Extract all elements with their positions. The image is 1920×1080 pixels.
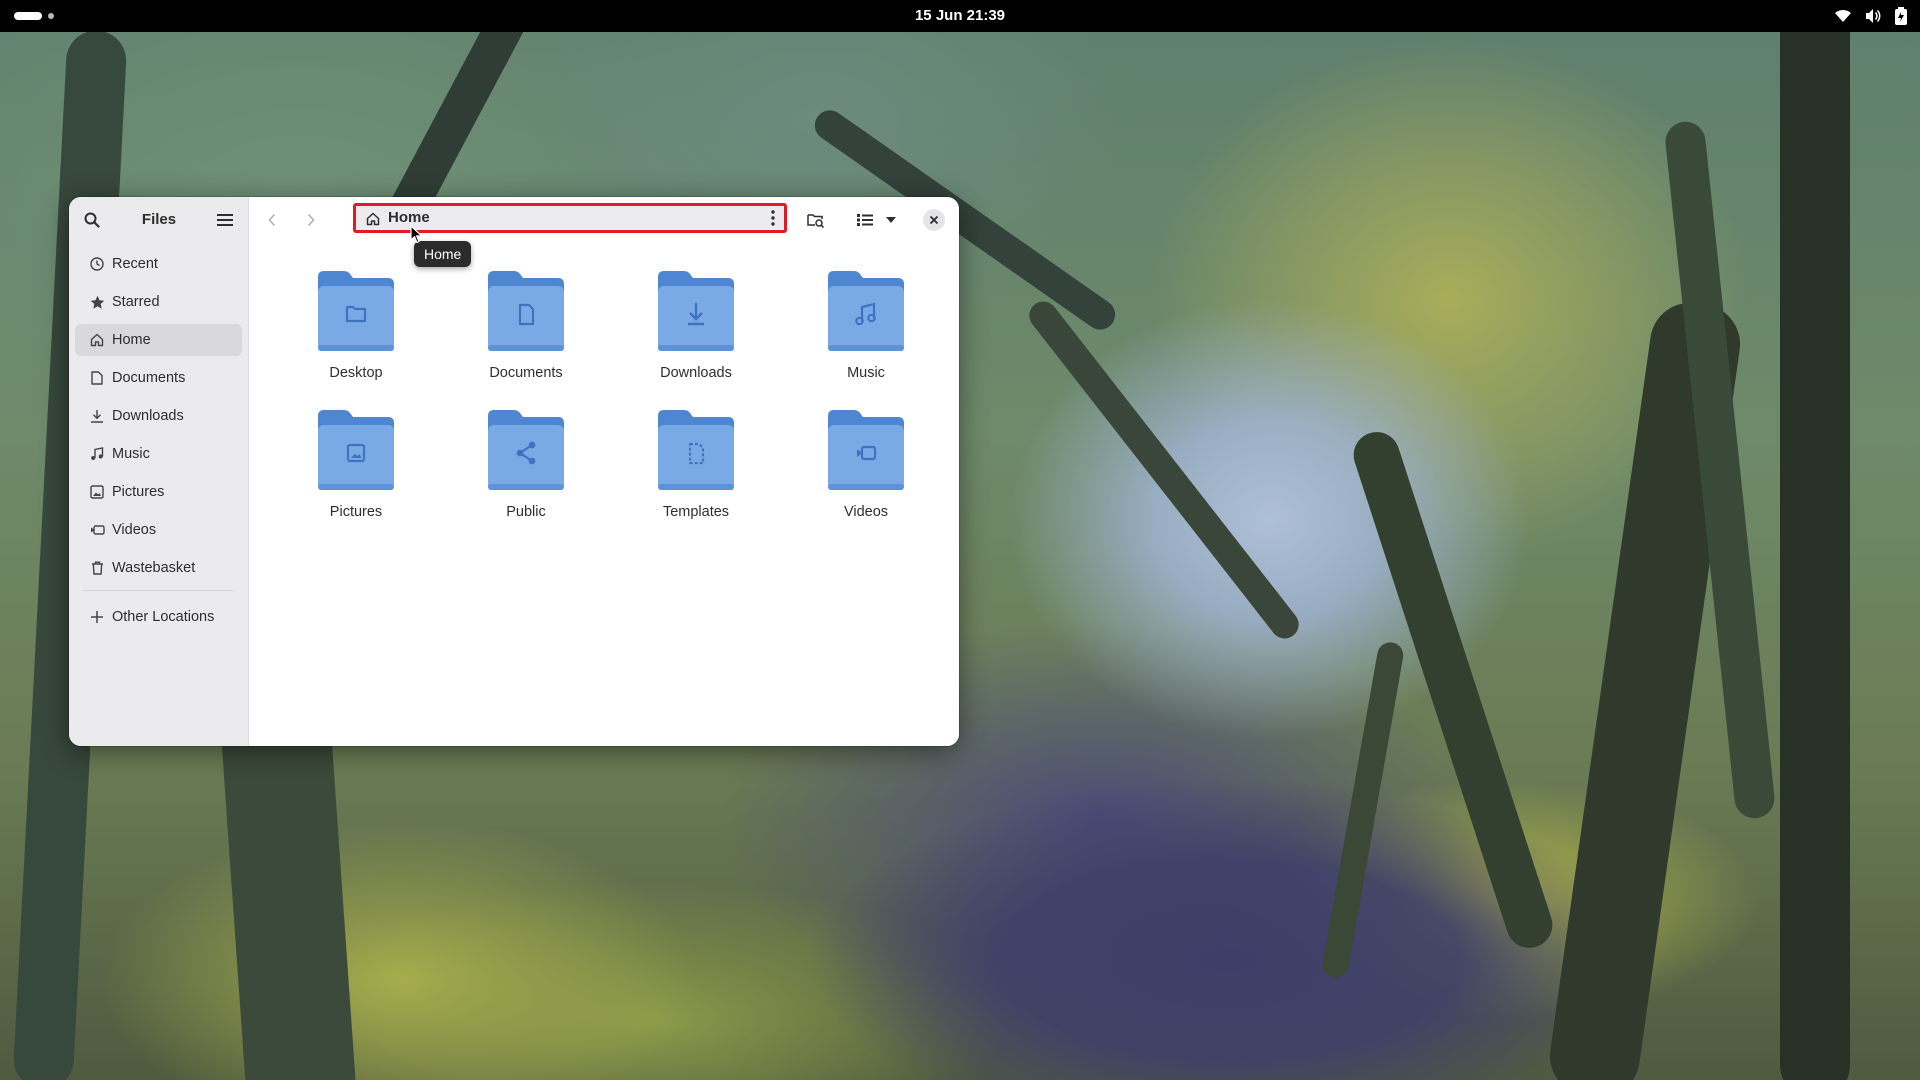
folder-label: Videos — [843, 504, 889, 520]
plus-icon — [89, 609, 105, 625]
folder-downloads[interactable]: Downloads — [611, 269, 781, 408]
chevron-right-icon — [307, 213, 315, 227]
folder-search-icon — [807, 214, 825, 228]
video-folder-icon — [828, 410, 904, 490]
trash-icon — [89, 560, 105, 576]
folder-label: Desktop — [329, 365, 383, 381]
home-icon — [366, 212, 380, 226]
more-options-icon[interactable] — [770, 209, 776, 227]
sidebar-item-label: Pictures — [112, 484, 165, 500]
folder-label: Documents — [489, 365, 563, 381]
folder-templates[interactable]: Templates — [611, 408, 781, 547]
sidebar-item-downloads[interactable]: Downloads — [75, 400, 242, 432]
music-folder-icon — [828, 271, 904, 351]
sidebar-item-other-locations[interactable]: Other Locations — [75, 601, 242, 633]
system-tray[interactable] — [1834, 0, 1908, 32]
star-icon — [89, 294, 105, 310]
sidebar-item-documents[interactable]: Documents — [75, 362, 242, 394]
sidebar-item-label: Home — [112, 332, 151, 348]
volume-icon — [1864, 8, 1882, 24]
music-icon — [89, 446, 105, 462]
document-icon — [89, 370, 105, 386]
folder-label: Downloads — [660, 365, 732, 381]
clock[interactable]: 15 Jun 21:39 — [0, 0, 1920, 32]
sidebar: Files Recent Starred Home Documents Down… — [69, 197, 249, 746]
main-menu-button[interactable] — [210, 205, 240, 235]
sidebar-item-videos[interactable]: Videos — [75, 514, 242, 546]
view-mode-button[interactable] — [851, 205, 879, 235]
sidebar-separator — [83, 590, 234, 591]
document-folder-icon — [488, 271, 564, 351]
folder-videos[interactable]: Videos — [781, 408, 951, 547]
sidebar-item-starred[interactable]: Starred — [75, 286, 242, 318]
window-title: Files — [141, 211, 177, 228]
template-folder-icon — [658, 410, 734, 490]
sidebar-item-label: Music — [112, 446, 150, 462]
sidebar-item-home[interactable]: Home — [75, 324, 242, 356]
sidebar-item-music[interactable]: Music — [75, 438, 242, 470]
top-bar: 15 Jun 21:39 — [0, 0, 1920, 32]
chevron-left-icon — [268, 213, 276, 227]
header-bar: Home — [249, 197, 959, 243]
search-location-button[interactable] — [801, 205, 831, 235]
sidebar-item-wastebasket[interactable]: Wastebasket — [75, 552, 242, 584]
folder-public[interactable]: Public — [441, 408, 611, 547]
search-button[interactable] — [77, 205, 107, 235]
sidebar-item-label: Recent — [112, 256, 158, 272]
folder-icon — [318, 271, 394, 351]
sidebar-item-label: Other Locations — [112, 609, 215, 625]
folder-label: Public — [506, 504, 546, 520]
sidebar-item-label: Downloads — [112, 408, 184, 424]
hamburger-icon — [217, 214, 233, 226]
files-window: Files Recent Starred Home Documents Down… — [69, 197, 959, 746]
close-icon — [929, 215, 939, 225]
main-content: Home Desktop Documents Downloads Music P… — [249, 197, 959, 746]
sidebar-item-recent[interactable]: Recent — [75, 248, 242, 280]
picture-folder-icon — [318, 410, 394, 490]
battery-icon — [1894, 7, 1908, 25]
sidebar-item-label: Documents — [112, 370, 186, 386]
folder-music[interactable]: Music — [781, 269, 951, 408]
clock-icon — [89, 256, 105, 272]
sidebar-item-label: Starred — [112, 294, 160, 310]
chevron-down-icon — [886, 217, 896, 223]
wifi-icon — [1834, 8, 1852, 24]
folder-documents[interactable]: Documents — [441, 269, 611, 408]
folder-label: Templates — [662, 504, 730, 520]
sidebar-item-label: Videos — [112, 522, 157, 538]
mouse-cursor-icon — [410, 225, 423, 244]
home-icon — [89, 332, 105, 348]
forward-button[interactable] — [296, 205, 326, 235]
folder-label: Pictures — [329, 504, 383, 520]
download-icon — [89, 408, 105, 424]
folder-desktop[interactable]: Desktop — [271, 269, 441, 408]
search-icon — [84, 212, 100, 228]
folder-label: Music — [847, 365, 885, 381]
view-options-button[interactable] — [881, 205, 901, 235]
sidebar-places: Recent Starred Home Documents Downloads … — [75, 248, 242, 639]
list-view-icon — [857, 214, 873, 226]
close-button[interactable] — [923, 209, 945, 231]
share-folder-icon — [488, 410, 564, 490]
video-icon — [89, 522, 105, 538]
folder-pictures[interactable]: Pictures — [271, 408, 441, 547]
picture-icon — [89, 484, 105, 500]
sidebar-item-pictures[interactable]: Pictures — [75, 476, 242, 508]
back-button[interactable] — [257, 205, 287, 235]
sidebar-item-label: Wastebasket — [112, 560, 196, 576]
file-grid: Desktop Documents Downloads Music Pictur… — [271, 269, 951, 547]
sidebar-header: Files — [69, 197, 248, 243]
download-folder-icon — [658, 271, 734, 351]
